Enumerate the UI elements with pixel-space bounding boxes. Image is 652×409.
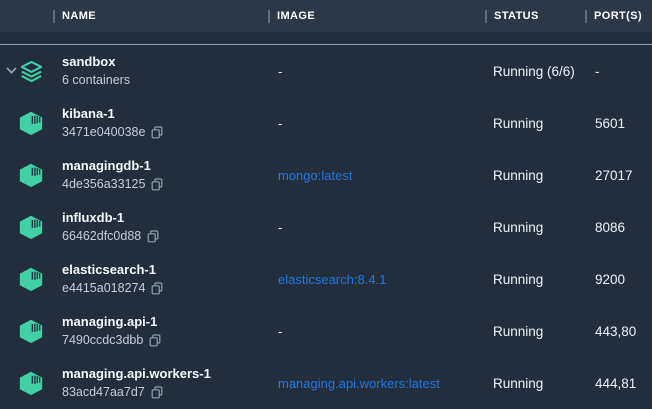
status-value: Running [493,168,543,183]
column-header-status[interactable]: STATUS [485,0,539,32]
container-id: 3471e040038e [62,125,145,140]
container-cube-icon [18,110,44,136]
column-header-ports[interactable]: PORT(S) [585,0,642,32]
containers-table: NAME IMAGE STATUS PORT(S) [0,0,652,405]
ports-value: 9200 [595,272,625,287]
container-id: 66462dfc0d88 [62,229,141,244]
container-cube-icon [18,266,44,292]
image-value[interactable]: managing.api.workers:latest [278,376,440,391]
copy-icon[interactable] [151,282,163,295]
column-divider [268,10,270,23]
column-header-label: NAME [62,10,96,22]
group-subtitle: 6 containers [62,73,130,88]
column-header-name[interactable]: NAME [53,0,96,32]
container-name: kibana-1 [62,106,163,122]
container-id: 4de356a33125 [62,177,145,192]
container-cube-icon [18,370,44,396]
container-id: 83acd47aa7d7 [62,385,145,400]
container-id: 7490ccdc3dbb [62,333,143,348]
column-header-image[interactable]: IMAGE [268,0,315,32]
status-value: Running (6/6) [493,64,575,79]
container-row[interactable]: influxdb-1 66462dfc0d88 - Running 8086 [0,201,652,253]
ports-value: 8086 [595,220,625,235]
image-value[interactable]: elasticsearch:8.4.1 [278,272,386,287]
image-value[interactable]: - [278,324,282,339]
column-header-label: PORT(S) [594,10,642,22]
column-header-label: IMAGE [277,10,315,22]
chevron-down-icon[interactable] [4,64,18,78]
ports-value: 443,80 [595,324,636,339]
copy-icon[interactable] [151,126,163,139]
column-divider [485,10,487,23]
container-row[interactable]: elasticsearch-1 e4415a018274 elasticsear… [0,253,652,305]
container-row[interactable]: managing.api-1 7490ccdc3dbb - Running 44… [0,305,652,357]
table-body: sandbox 6 containers - Running (6/6) - k… [0,44,652,409]
container-row[interactable]: kibana-1 3471e040038e - Running 5601 [0,97,652,149]
group-name: sandbox [62,54,130,70]
ports-value: 27017 [595,168,633,183]
column-header-label: STATUS [494,10,539,22]
status-value: Running [493,324,543,339]
status-value: Running [493,272,543,287]
container-name: elasticsearch-1 [62,262,163,278]
image-value[interactable]: - [278,116,282,131]
container-row[interactable]: managing.api.workers-1 83acd47aa7d7 mana… [0,357,652,409]
image-value[interactable]: - [278,220,282,235]
stack-icon [18,58,44,84]
container-cube-icon [18,214,44,240]
container-name: managingdb-1 [62,158,163,174]
compose-group-row[interactable]: sandbox 6 containers - Running (6/6) - [0,45,652,97]
ports-value: 5601 [595,116,625,131]
copy-icon[interactable] [149,334,161,347]
copy-icon[interactable] [151,386,163,399]
column-divider [585,10,587,23]
status-value: Running [493,116,543,131]
column-divider [53,10,55,23]
container-name: managing.api-1 [62,314,161,330]
container-name: managing.api.workers-1 [62,366,211,382]
image-value[interactable]: mongo:latest [278,168,352,183]
image-value: - [278,64,282,79]
status-value: Running [493,220,543,235]
ports-value: 444,81 [595,376,636,391]
table-header: NAME IMAGE STATUS PORT(S) [0,0,652,32]
container-id: e4415a018274 [62,281,145,296]
container-row[interactable]: managingdb-1 4de356a33125 mongo:latest R… [0,149,652,201]
container-name: influxdb-1 [62,210,159,226]
status-value: Running [493,376,543,391]
copy-icon[interactable] [151,178,163,191]
container-cube-icon [18,162,44,188]
copy-icon[interactable] [147,230,159,243]
container-cube-icon [18,318,44,344]
ports-value: - [595,64,600,79]
